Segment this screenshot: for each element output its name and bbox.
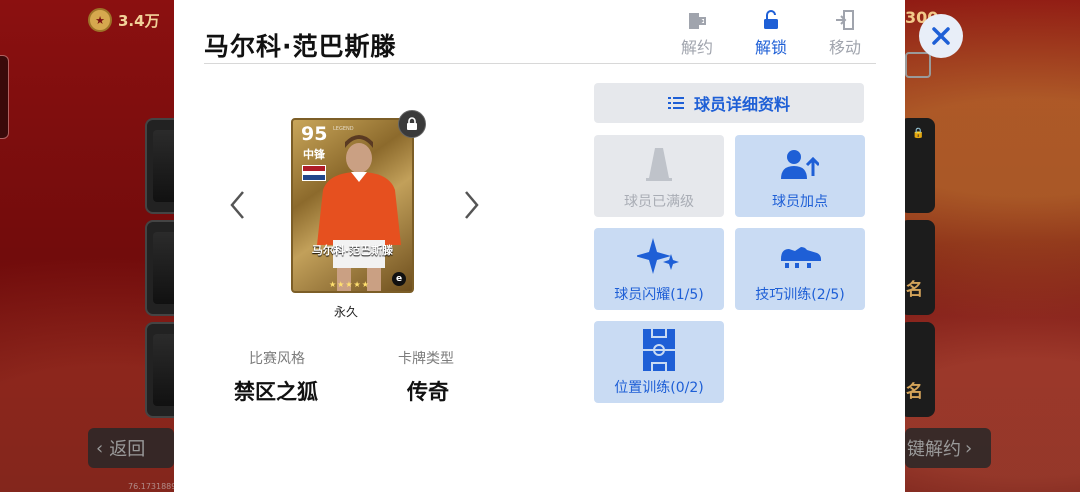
card-type-label: 卡牌类型 <box>398 351 454 367</box>
release-action-button[interactable]: 解约 <box>672 8 722 58</box>
close-button[interactable] <box>919 14 963 58</box>
chevron-right-icon: › <box>965 437 973 459</box>
back-button[interactable]: ‹ 返回 <box>88 428 174 468</box>
player-rating: 95 <box>301 123 328 145</box>
bg-right-card[interactable]: 名 <box>900 322 935 417</box>
play-style-value: 禁区之狐 <box>234 380 318 404</box>
unlock-action-button[interactable]: 解锁 <box>746 8 796 58</box>
contract-duration: 永久 <box>334 305 359 319</box>
netherlands-flag-icon <box>302 165 326 181</box>
max-level-button[interactable]: 球员已满级 <box>594 135 724 217</box>
list-icon <box>667 97 684 109</box>
lock-icon: 🔒 <box>912 128 925 139</box>
pitch-icon <box>642 327 676 373</box>
page-title: 马尔科·范巴斯滕 <box>204 32 397 61</box>
card-type-value: 传奇 <box>407 380 449 404</box>
unlock-icon <box>746 8 796 30</box>
player-details-button[interactable]: 球员详细资料 <box>594 83 864 123</box>
bg-right-card[interactable]: 🔒 <box>900 118 935 213</box>
player-position: 中锋 <box>303 148 325 161</box>
coin-icon: ★ <box>88 8 112 32</box>
sparkle-icon <box>637 234 681 280</box>
move-action-button[interactable]: 移动 <box>820 8 870 58</box>
chevron-left-icon[interactable] <box>226 188 250 222</box>
chevron-left-icon: ‹ <box>96 437 104 459</box>
cone-icon <box>645 141 673 187</box>
bulk-release-button[interactable]: 键解约 › <box>905 428 991 468</box>
coin-balance: ★ 3.4万 <box>88 8 160 32</box>
coin-amount: 3.4万 <box>118 11 160 30</box>
player-card-name: 马尔科·范巴斯滕 <box>311 244 394 257</box>
side-tab[interactable] <box>0 55 9 139</box>
football-boot-icon <box>779 234 821 280</box>
card-stars: ★★★★★ <box>329 280 370 289</box>
play-style-label: 比赛风格 <box>249 351 305 367</box>
position-training-button[interactable]: 位置训练(0/2) <box>594 321 724 403</box>
add-points-button[interactable]: 球员加点 <box>735 135 865 217</box>
efootball-logo-icon: e <box>392 272 406 286</box>
contract-icon <box>672 8 722 30</box>
move-icon <box>820 8 870 30</box>
skill-training-button[interactable]: 技巧训练(2/5) <box>735 228 865 310</box>
player-upgrade-icon <box>781 141 819 187</box>
close-icon <box>932 27 950 45</box>
title-divider <box>204 63 876 64</box>
select-all-icon[interactable] <box>905 52 931 78</box>
player-detail-panel: 马尔科·范巴斯滕 解约 解锁 移动 95 LEGEND 中锋 马尔科·范巴斯滕 … <box>174 0 905 492</box>
card-lock-icon <box>398 110 426 138</box>
chevron-right-icon[interactable] <box>459 188 483 222</box>
tier-label: LEGEND <box>333 126 354 132</box>
bg-right-card[interactable]: 名 <box>900 220 935 315</box>
player-shine-button[interactable]: 球员闪耀(1/5) <box>594 228 724 310</box>
player-card[interactable]: 95 LEGEND 中锋 马尔科·范巴斯滕 ★★★★★ e <box>291 118 414 293</box>
